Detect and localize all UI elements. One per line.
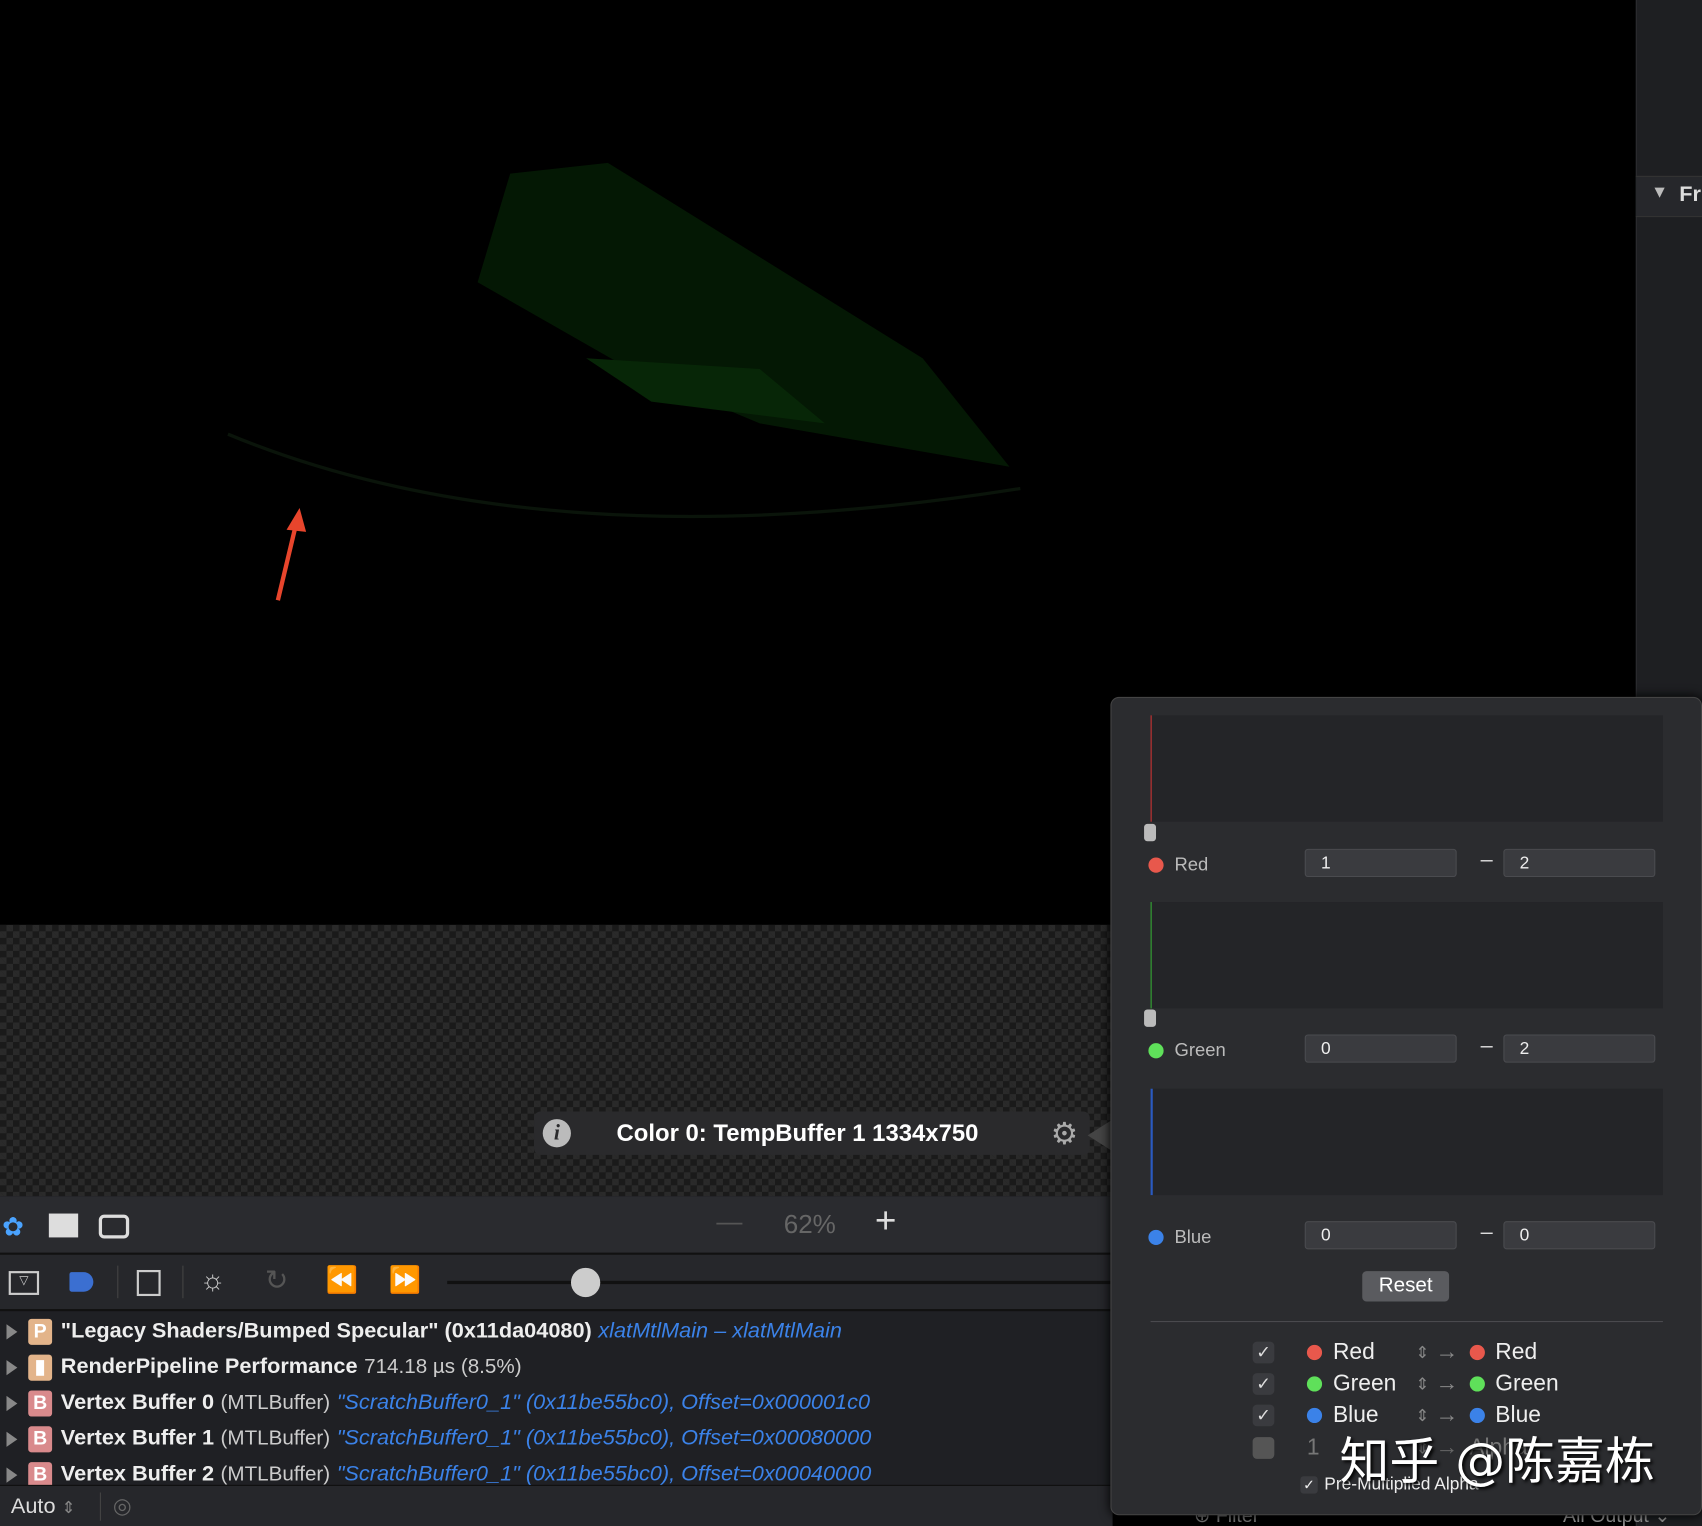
list-item[interactable]: ▮ RenderPipeline Performance 714.18 µs (8.… [0,1349,1113,1385]
stop-icon[interactable] [136,1269,161,1297]
clapper-icon[interactable] [48,1213,79,1238]
transparent-area [0,924,1113,1197]
red-max-field[interactable]: 2 [1503,848,1656,878]
channel-mapping-row: ✓ Green ⇕ → Green [1252,1369,1559,1399]
green-enabled-checkbox[interactable]: ✓ [1252,1373,1275,1395]
red-enabled-checkbox[interactable]: ✓ [1252,1341,1275,1364]
green-channel-label: Green [1148,1040,1226,1062]
red-arrow-annotation [275,507,307,601]
breakpoint-icon[interactable] [69,1272,94,1292]
alpha-enabled-checkbox[interactable] [1252,1437,1275,1459]
green-dot-icon [1306,1376,1323,1392]
zoom-level: 62% [783,1210,836,1240]
step-back-icon[interactable]: ⏪ [326,1265,358,1296]
green-range-handle[interactable] [1144,1009,1157,1027]
bug-icon[interactable]: ☼ [200,1263,226,1297]
info-icon[interactable]: i [542,1119,571,1148]
range-separator: – [1480,1033,1493,1058]
film-reel-icon[interactable]: ✿ [2,1211,24,1242]
green-min-field[interactable]: 0 [1304,1034,1457,1063]
green-dot-icon [1469,1376,1485,1392]
gear-icon[interactable]: ⚙ [1051,1116,1078,1152]
disclosure-triangle-icon[interactable] [6,1466,18,1483]
blue-max-field[interactable]: 0 [1503,1221,1656,1250]
divider [1150,1321,1663,1323]
channel-mapping-row: ✓ Red ⇕ → Red [1252,1337,1537,1367]
zoom-out-button[interactable]: — [716,1207,742,1237]
green-histogram [1150,902,1663,1009]
up-down-chevron-icon[interactable]: ⇕ [1415,1374,1429,1393]
eye-icon[interactable]: ◎ [113,1493,132,1520]
attachment-info-bar: i Color 0: TempBuffer 1 1334x750 ⚙ [534,1111,1090,1155]
popover-arrow [1087,1120,1112,1151]
blue-min-field[interactable]: 0 [1304,1221,1457,1250]
premultiplied-checkbox[interactable]: ✓ [1300,1476,1318,1494]
debug-toolbar: ▽ ☼ ↻ ⏪ ⏩ [0,1254,1113,1312]
viewer-toolbar: ✿ — 62% + [0,1196,1113,1255]
green-dot-icon [1148,1043,1164,1059]
reload-icon[interactable]: ↻ [265,1263,289,1297]
histogram-line [1150,902,1152,1009]
divider [182,1265,184,1299]
arrow-right-icon: → [1435,1339,1459,1365]
step-forward-icon[interactable]: ⏩ [389,1265,421,1296]
blue-channel-label: Blue [1148,1227,1211,1249]
blue-enabled-checkbox[interactable]: ✓ [1252,1404,1275,1427]
red-dot-icon [1148,857,1164,873]
red-histogram [1150,715,1663,822]
disclosure-triangle-icon[interactable] [6,1323,18,1339]
range-separator: – [1480,1220,1493,1244]
hide-debug-area-icon[interactable]: ▽ [8,1271,40,1295]
red-dot-icon [1469,1344,1485,1361]
blue-dot-icon [1306,1407,1323,1424]
divider [117,1265,119,1299]
section-header[interactable]: ▼ Fr [1635,175,1702,218]
range-separator: – [1480,847,1493,872]
disclosure-triangle-icon[interactable] [6,1395,18,1411]
histogram-line [1150,1088,1153,1196]
red-dot-icon [1306,1344,1323,1361]
channel-range-popover: Red 1 – 2 Green 0 – 2 Blue 0 – 0 Reset ✓… [1110,696,1702,1516]
watermark: 知乎 @陈嘉栋 [1339,1431,1655,1491]
scrubber-track[interactable] [447,1280,1113,1285]
blue-dot-icon [1148,1229,1164,1246]
scrubber-handle[interactable] [570,1267,601,1298]
list-item[interactable]: B Vertex Buffer 0 (MTLBuffer) "ScratchBuffe… [0,1385,1113,1421]
blue-dot-icon [1469,1407,1485,1424]
list-item[interactable]: P "Legacy Shaders/Bumped Specular" (0x11d… [0,1313,1113,1349]
status-bar: Auto ⇕ ◎ [0,1484,1113,1526]
frame-icon[interactable] [98,1214,130,1239]
histogram-line [1150,715,1152,822]
disclosure-triangle-icon: ▼ [1650,183,1669,202]
green-max-field[interactable]: 2 [1503,1034,1656,1063]
list-item[interactable]: B Vertex Buffer 1 (MTLBuffer) "ScratchBuffe… [0,1421,1113,1457]
disclosure-triangle-icon[interactable] [6,1359,18,1375]
disclosure-triangle-icon[interactable] [6,1431,18,1447]
zoom-in-button[interactable]: + [875,1201,897,1243]
pipeline-badge-icon: P [28,1318,53,1345]
mode-select[interactable]: Auto ⇕ [11,1495,75,1520]
buffer-badge-icon: B [28,1389,53,1416]
up-down-chevron-icon[interactable]: ⇕ [1415,1343,1429,1362]
buffer-badge-icon: B [28,1425,53,1452]
red-min-field[interactable]: 1 [1304,848,1457,878]
performance-chart-icon: ▮ [28,1354,53,1381]
attachment-label: Color 0: TempBuffer 1 1334x750 [616,1119,979,1147]
up-down-chevron-icon: ⇕ [61,1499,76,1518]
buffer-badge-icon: B [28,1461,53,1488]
bound-resources-list: P "Legacy Shaders/Bumped Specular" (0x11d… [0,1311,1113,1488]
divider [99,1492,101,1521]
arrow-right-icon: → [1435,1370,1459,1396]
red-range-handle[interactable] [1144,823,1157,842]
reset-button[interactable]: Reset [1362,1271,1450,1302]
red-channel-label: Red [1148,854,1208,876]
blue-histogram [1150,1088,1663,1196]
